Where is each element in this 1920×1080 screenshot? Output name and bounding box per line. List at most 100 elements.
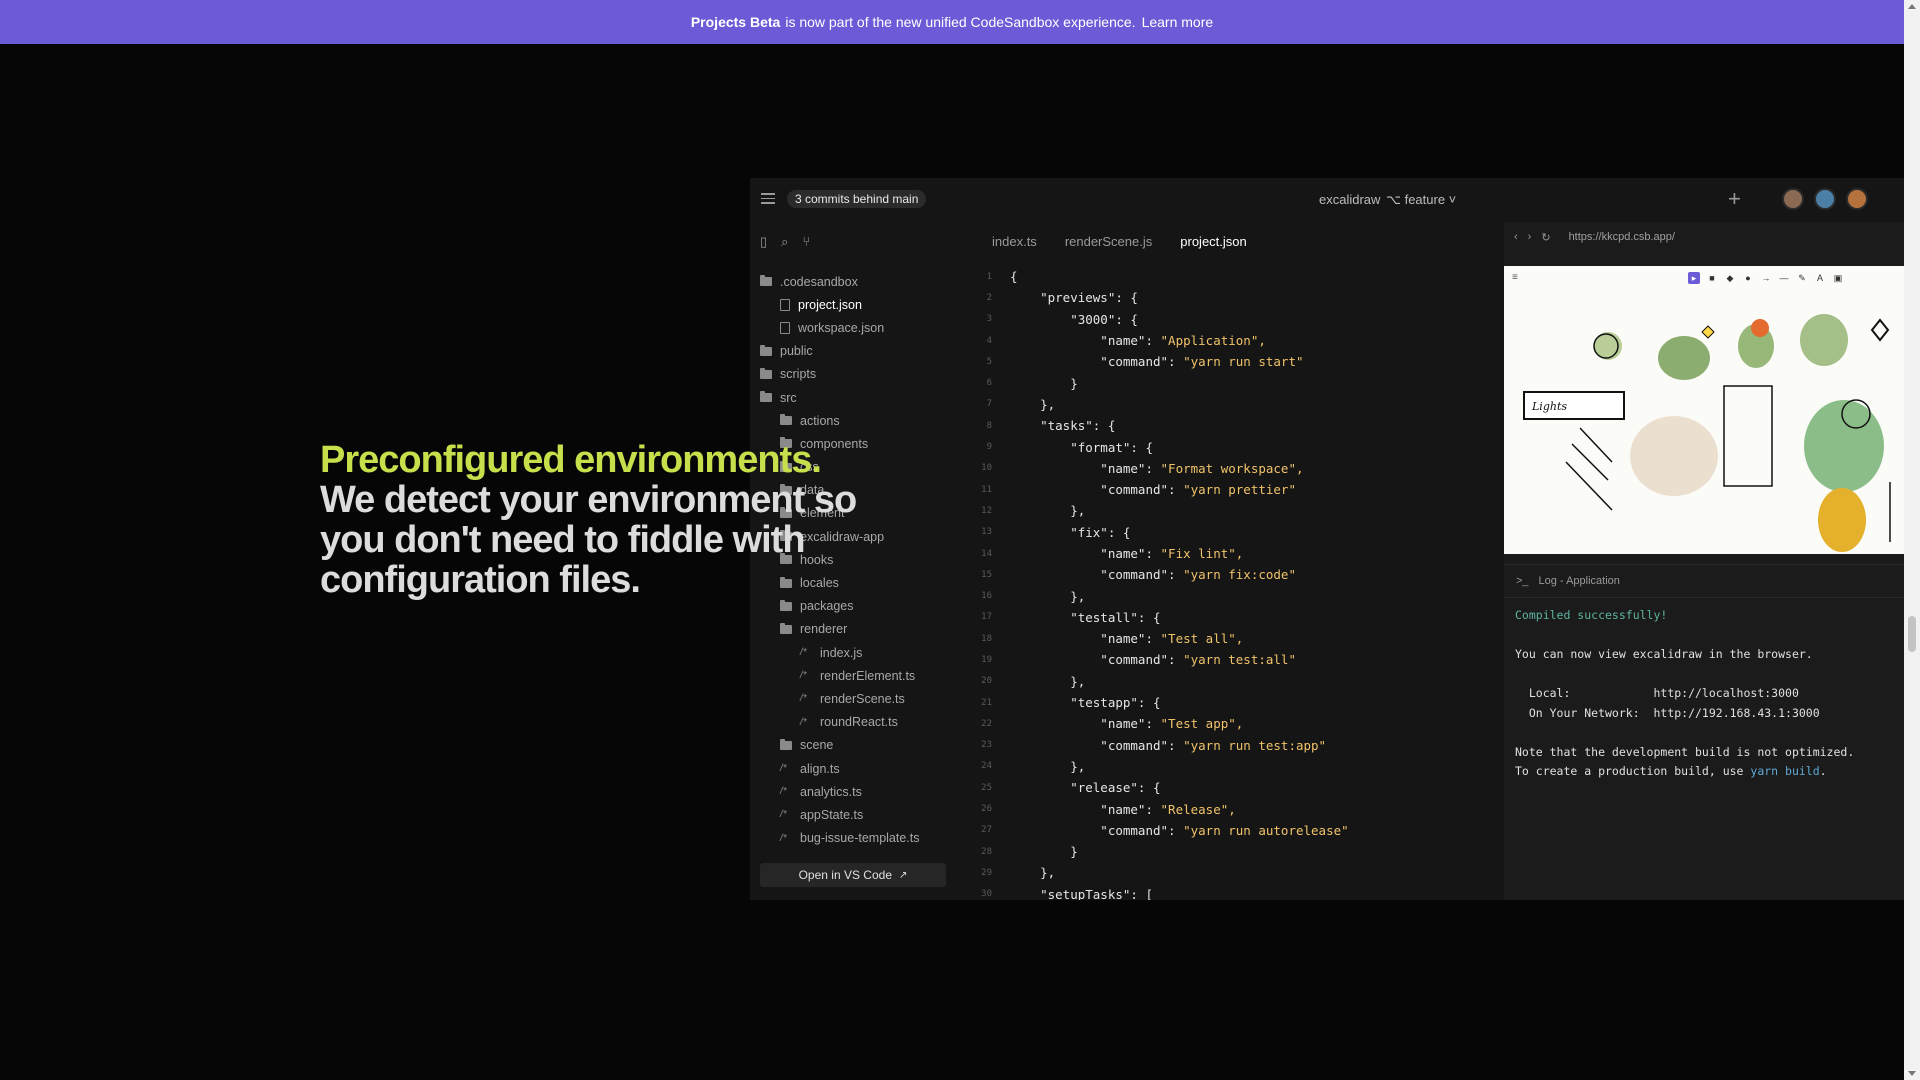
scroll-down-icon[interactable] [1908,1071,1916,1076]
log-line: Local: http://localhost:3000 [1515,686,1799,700]
folder-icon [760,344,772,356]
tree-item[interactable]: actions [750,409,940,432]
tree-item-label: project.json [798,297,862,312]
tree-item-label: analytics.ts [800,784,862,799]
tree-item[interactable]: public [750,340,940,363]
forward-icon[interactable]: › [1528,231,1532,243]
code-text: "setupTasks": [ [1010,886,1153,900]
line-number: 12 [981,505,992,516]
git-icon[interactable]: ⑂ [802,234,810,250]
code-line: 22 "name": "Test app", [960,713,1500,734]
line-number: 29 [981,867,992,878]
tree-item-label: roundReact.ts [820,715,898,730]
avatar[interactable] [1846,188,1868,210]
code-string: "Application", [1160,333,1266,349]
page-scrollbar[interactable] [1904,0,1920,1080]
code-string: "yarn test:all" [1183,652,1296,668]
code-line: 24 }, [960,756,1500,777]
banner-text: is now part of the new unified CodeSandb… [785,14,1136,30]
scroll-thumb[interactable] [1908,616,1916,652]
terminal-icon: >_ [1516,575,1529,587]
tree-item[interactable]: /* analytics.ts [750,780,940,803]
botanical-drawing: Lights [1523,314,1891,552]
avatar[interactable] [1782,188,1804,210]
line-number: 28 [981,846,992,857]
code-string: "Test all", [1160,631,1244,647]
code-file-icon: /* [780,832,787,844]
code-file-icon: /* [780,809,787,821]
code-line: 16 }, [960,585,1500,606]
line-number: 15 [981,569,992,580]
editor-tabs: index.ts renderScene.js project.json [992,234,1247,249]
tree-item[interactable]: scripts [750,363,940,386]
code-text: "tasks": { [1010,418,1116,434]
code-line: 13 "fix": { [960,522,1500,543]
scroll-up-icon[interactable] [1908,4,1916,9]
line-number: 27 [981,825,992,836]
code-text: } [1010,375,1078,391]
folder-open-icon [780,622,792,634]
editor-tab[interactable]: renderScene.js [1065,234,1152,249]
tree-item[interactable]: /* renderScene.ts [750,687,940,710]
code-text: "name": [1010,631,1161,647]
code-line: 17 "testall": { [960,607,1500,628]
line-number: 25 [981,782,992,793]
line-number: 2 [986,292,992,303]
open-vscode-button[interactable]: Open in VS Code ↗ [760,863,946,887]
code-text: "command": [1010,652,1184,668]
avatar[interactable] [1814,188,1836,210]
code-string: "Test app", [1160,716,1244,732]
add-icon[interactable]: + [1728,186,1741,212]
file-icon[interactable]: ▯ [760,234,767,250]
learn-more-link[interactable]: Learn more [1142,14,1214,30]
tree-item[interactable]: workspace.json [750,316,940,339]
tree-item[interactable]: renderer [750,618,940,641]
code-line: 25 "release": { [960,777,1500,798]
code-text: "command": [1010,737,1184,753]
refresh-icon[interactable]: ↻ [1541,231,1550,244]
tree-item-label: align.ts [800,761,840,776]
editor-tab[interactable]: project.json [1180,234,1246,249]
line-number: 4 [986,335,992,346]
hero-text: Preconfigured environments. We detect yo… [320,440,880,600]
code-string: "yarn run test:app" [1183,737,1327,753]
tree-item[interactable]: /* align.ts [750,757,940,780]
line-number: 9 [986,442,992,453]
line-number: 19 [981,654,992,665]
code-line: 4 "name": "Application", [960,330,1500,351]
tree-item[interactable]: /* bug-issue-template.ts [750,827,940,850]
search-icon[interactable]: ⌕ [781,234,788,250]
tree-item-label: renderElement.ts [820,668,916,683]
tree-item[interactable]: /* roundReact.ts [750,711,940,734]
commits-badge[interactable]: 3 commits behind main [787,190,927,208]
line-number: 13 [981,527,992,538]
tree-item-label: renderer [800,622,848,637]
code-string: "Fix lint", [1160,546,1244,561]
tree-item[interactable]: /* appState.ts [750,803,940,826]
code-line: 9 "format": { [960,436,1500,457]
tree-item-label: bug-issue-template.ts [800,831,920,846]
menu-icon[interactable] [761,193,775,204]
code-text: "testapp": { [1010,695,1161,711]
code-line: 11 "command": "yarn prettier" [960,479,1500,500]
tree-item[interactable]: scene [750,734,940,757]
code-editor[interactable]: 1{2 "previews": {3 "3000": {4 "name": "A… [960,266,1500,900]
tree-item[interactable]: /* index.js [750,641,940,664]
tree-item[interactable]: src [750,386,940,409]
url-field[interactable]: https://kkcpd.csb.app/ [1569,231,1675,243]
tree-item[interactable]: /* renderElement.ts [750,664,940,687]
tree-item[interactable]: project.json [750,293,940,316]
tree-item[interactable]: .codesandbox [750,270,940,293]
tree-item-label: .codesandbox [780,274,858,289]
announcement-banner: Projects Beta is now part of the new uni… [0,0,1904,44]
editor-tab[interactable]: index.ts [992,234,1037,249]
code-file-icon: /* [780,786,787,798]
line-number: 6 [986,378,992,389]
log-header[interactable]: >_ Log - Application [1504,564,1904,598]
code-text: "name": [1010,460,1161,476]
back-icon[interactable]: ‹ [1514,231,1518,243]
branch-selector[interactable]: ⌥ feature ˅ [1386,192,1456,208]
excalidraw-canvas[interactable]: ≡ ▸ ■ ◆ ● → — ✎ A ▣ Lights [1504,266,1904,554]
